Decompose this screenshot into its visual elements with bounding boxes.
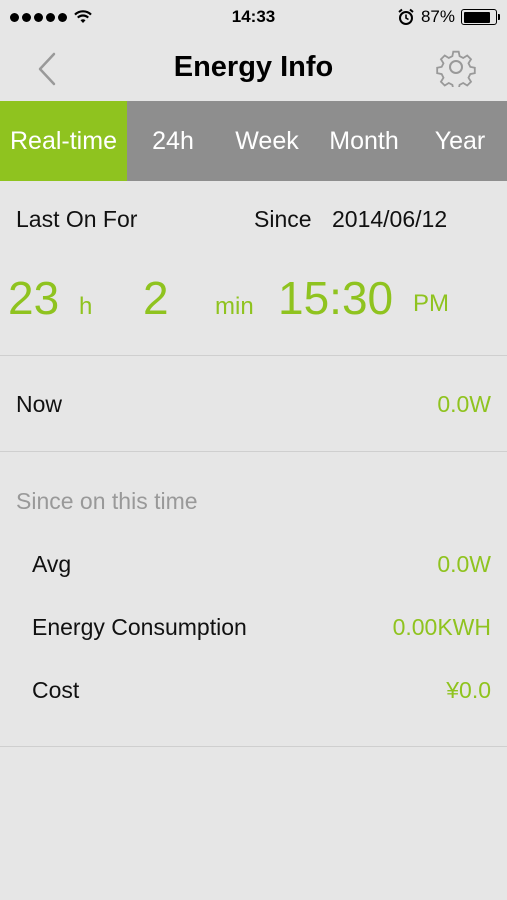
- divider: [0, 746, 507, 747]
- status-left: [10, 9, 93, 25]
- minutes-value: 2: [143, 272, 169, 324]
- avg-value: 0.0W: [437, 551, 491, 577]
- minutes-unit: min: [215, 293, 254, 320]
- tab-year[interactable]: Year: [413, 101, 507, 181]
- divider: [0, 355, 507, 356]
- nav-bar: Energy Info: [0, 34, 507, 101]
- cost-value: ¥0.0: [446, 677, 491, 703]
- since-date: 2014/06/12: [332, 206, 448, 232]
- hours-value: 23: [8, 272, 60, 324]
- last-on-label: Last On For: [16, 206, 138, 232]
- battery-fill: [463, 11, 491, 23]
- battery-icon: [461, 9, 500, 25]
- period-tabs: Real-time 24h Week Month Year: [0, 101, 507, 181]
- tab-month[interactable]: Month: [315, 101, 413, 181]
- now-label: Now: [16, 391, 63, 417]
- tab-week[interactable]: Week: [219, 101, 315, 181]
- energy-consumption-label: Energy Consumption: [32, 614, 247, 640]
- since-section-header: Since on this time: [16, 488, 198, 514]
- back-button[interactable]: [34, 51, 62, 87]
- chevron-left-icon: [38, 52, 56, 86]
- hours-unit: h: [79, 293, 93, 320]
- page-title: Energy Info: [173, 51, 334, 83]
- since-label: Since: [254, 206, 312, 232]
- tab-24h[interactable]: 24h: [127, 101, 219, 181]
- tab-real-time[interactable]: Real-time: [0, 101, 127, 181]
- alarm-icon: [398, 8, 414, 25]
- status-bar: 14:33 87%: [0, 0, 507, 34]
- settings-button[interactable]: [436, 47, 476, 87]
- ampm-label: PM: [413, 290, 449, 317]
- status-right: 87%: [397, 7, 500, 27]
- energy-consumption-value: 0.00KWH: [392, 614, 491, 640]
- now-value: 0.0W: [437, 391, 491, 417]
- last-on-time: 15:30: [278, 272, 394, 324]
- avg-label: Avg: [32, 551, 72, 577]
- divider: [0, 451, 507, 452]
- battery-percent: 87%: [420, 7, 455, 26]
- wifi-icon: [74, 10, 92, 23]
- cost-label: Cost: [32, 677, 80, 703]
- gear-icon: [436, 50, 476, 87]
- signal-icon: [10, 12, 67, 22]
